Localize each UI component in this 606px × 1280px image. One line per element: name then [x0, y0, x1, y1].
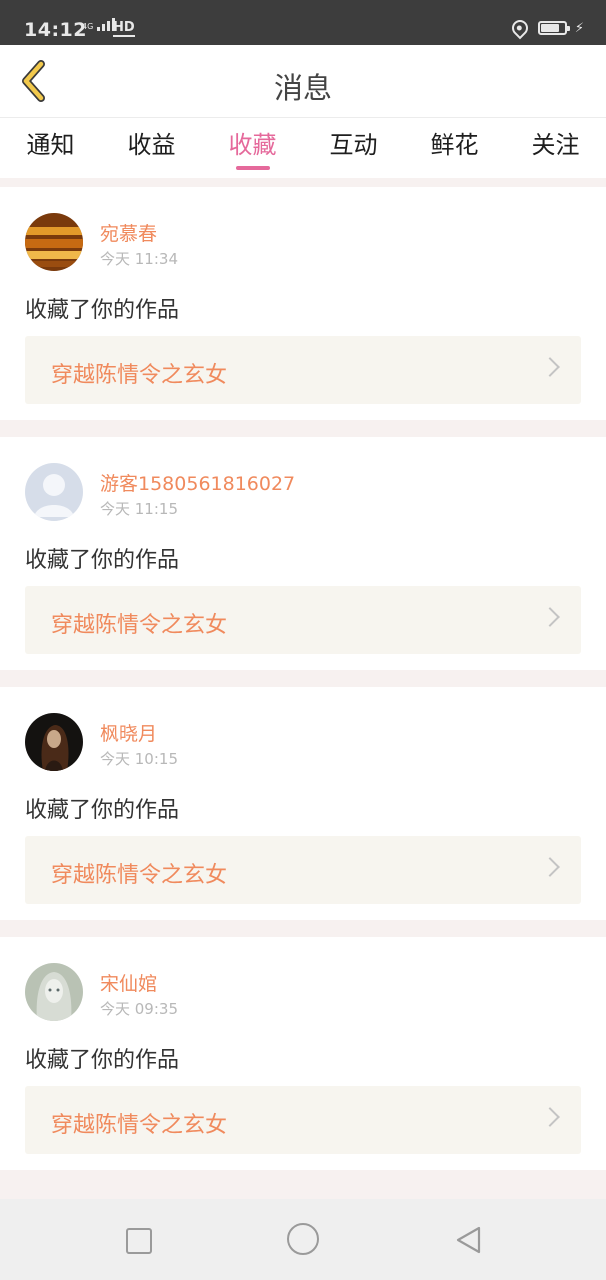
work-link[interactable]: 穿越陈情令之玄女 [25, 336, 581, 404]
tab-earnings[interactable]: 收益 [101, 118, 202, 178]
tab-interactions[interactable]: 互动 [303, 118, 404, 178]
location-icon [508, 16, 532, 40]
tab-favorites[interactable]: 收藏 [202, 118, 303, 178]
chevron-right-icon [540, 1107, 560, 1127]
action-text: 收藏了你的作品 [25, 1048, 180, 1073]
system-nav-bar [0, 1199, 606, 1280]
work-link[interactable]: 穿越陈情令之玄女 [25, 586, 581, 654]
action-text: 收藏了你的作品 [25, 798, 180, 823]
tab-follows[interactable]: 关注 [505, 118, 606, 178]
avatar[interactable] [25, 213, 83, 271]
list-item: 枫晓月 今天 10:15 收藏了你的作品 穿越陈情令之玄女 [0, 687, 606, 920]
page-title: 消息 [273, 71, 332, 105]
charging-icon: ⚡ [574, 20, 584, 36]
work-title: 穿越陈情令之玄女 [51, 363, 228, 388]
hd-indicator: HD [113, 20, 135, 37]
list-item: 宛慕春 今天 11:34 收藏了你的作品 穿越陈情令之玄女 [0, 187, 606, 420]
chevron-right-icon [540, 857, 560, 877]
avatar[interactable] [25, 463, 83, 521]
work-title: 穿越陈情令之玄女 [51, 1113, 228, 1138]
tab-flowers[interactable]: 鲜花 [404, 118, 505, 178]
username[interactable]: 游客1580561816027 [100, 469, 295, 496]
work-title: 穿越陈情令之玄女 [51, 863, 228, 888]
avatar[interactable] [25, 963, 83, 1021]
action-text: 收藏了你的作品 [25, 548, 180, 573]
timestamp: 今天 11:15 [100, 500, 178, 518]
timestamp: 今天 10:15 [100, 750, 178, 768]
back-triangle-icon[interactable] [454, 1225, 482, 1255]
tab-notifications[interactable]: 通知 [0, 118, 101, 178]
network-type: 4G [82, 22, 94, 31]
list-item: 游客1580561816027 今天 11:15 收藏了你的作品 穿越陈情令之玄… [0, 437, 606, 670]
timestamp: 今天 11:34 [100, 250, 178, 268]
username[interactable]: 宋仙婠 [100, 969, 157, 996]
app-header: 消息 [0, 45, 606, 118]
home-button[interactable] [287, 1223, 319, 1255]
work-link[interactable]: 穿越陈情令之玄女 [25, 1086, 581, 1154]
chevron-right-icon [540, 357, 560, 377]
status-time: 14:12 [24, 19, 87, 41]
tab-bar: 通知 收益 收藏 互动 鲜花 关注 [0, 118, 606, 178]
signal-icon: 4G [82, 18, 116, 31]
recents-button[interactable] [126, 1228, 152, 1254]
list-item: 宋仙婠 今天 09:35 收藏了你的作品 穿越陈情令之玄女 [0, 937, 606, 1170]
work-title: 穿越陈情令之玄女 [51, 613, 228, 638]
chevron-right-icon [540, 607, 560, 627]
status-bar: 14:12 4G HD ⚡ [0, 0, 606, 45]
active-tab-indicator [235, 166, 270, 170]
username[interactable]: 枫晓月 [100, 719, 157, 746]
action-text: 收藏了你的作品 [25, 298, 180, 323]
timestamp: 今天 09:35 [100, 1000, 178, 1018]
username[interactable]: 宛慕春 [100, 219, 157, 246]
battery-icon [537, 21, 570, 35]
avatar[interactable] [25, 713, 83, 771]
work-link[interactable]: 穿越陈情令之玄女 [25, 836, 581, 904]
